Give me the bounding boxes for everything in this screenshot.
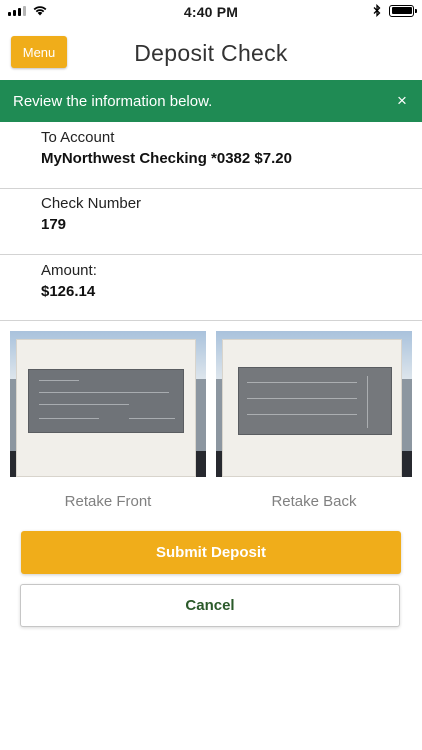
amount-row: Amount: $126.14 [0, 255, 422, 321]
amount-label: Amount: [41, 262, 97, 279]
check-front-preview [28, 369, 184, 433]
retake-front-button[interactable]: Retake Front [10, 493, 206, 510]
to-account-row: To Account MyNorthwest Checking *0382 $7… [0, 122, 422, 189]
page-title: Deposit Check [134, 40, 288, 66]
check-back-image[interactable] [216, 331, 412, 477]
check-front-image[interactable] [10, 331, 206, 477]
check-back-preview [238, 367, 392, 435]
banner-message: Review the information below. [13, 92, 213, 110]
cancel-button[interactable]: Cancel [20, 584, 400, 627]
review-banner: Review the information below. × [0, 80, 422, 122]
check-number-value: 179 [41, 216, 67, 233]
check-number-label: Check Number [41, 195, 142, 212]
header: Menu Deposit Check [0, 24, 422, 80]
submit-deposit-button[interactable]: Submit Deposit [21, 531, 401, 574]
close-icon[interactable]: × [392, 91, 412, 111]
to-account-value: MyNorthwest Checking *0382 $7.20 [41, 150, 292, 167]
retake-back-button[interactable]: Retake Back [216, 493, 412, 510]
status-right [373, 4, 417, 17]
status-time: 4:40 PM [183, 4, 239, 20]
status-bar: 4:40 PM [0, 0, 422, 24]
to-account-label: To Account [41, 129, 115, 146]
amount-value: $126.14 [41, 283, 96, 300]
battery-icon [389, 4, 417, 17]
check-number-row: Check Number 179 [0, 189, 422, 255]
bluetooth-icon [373, 4, 381, 17]
